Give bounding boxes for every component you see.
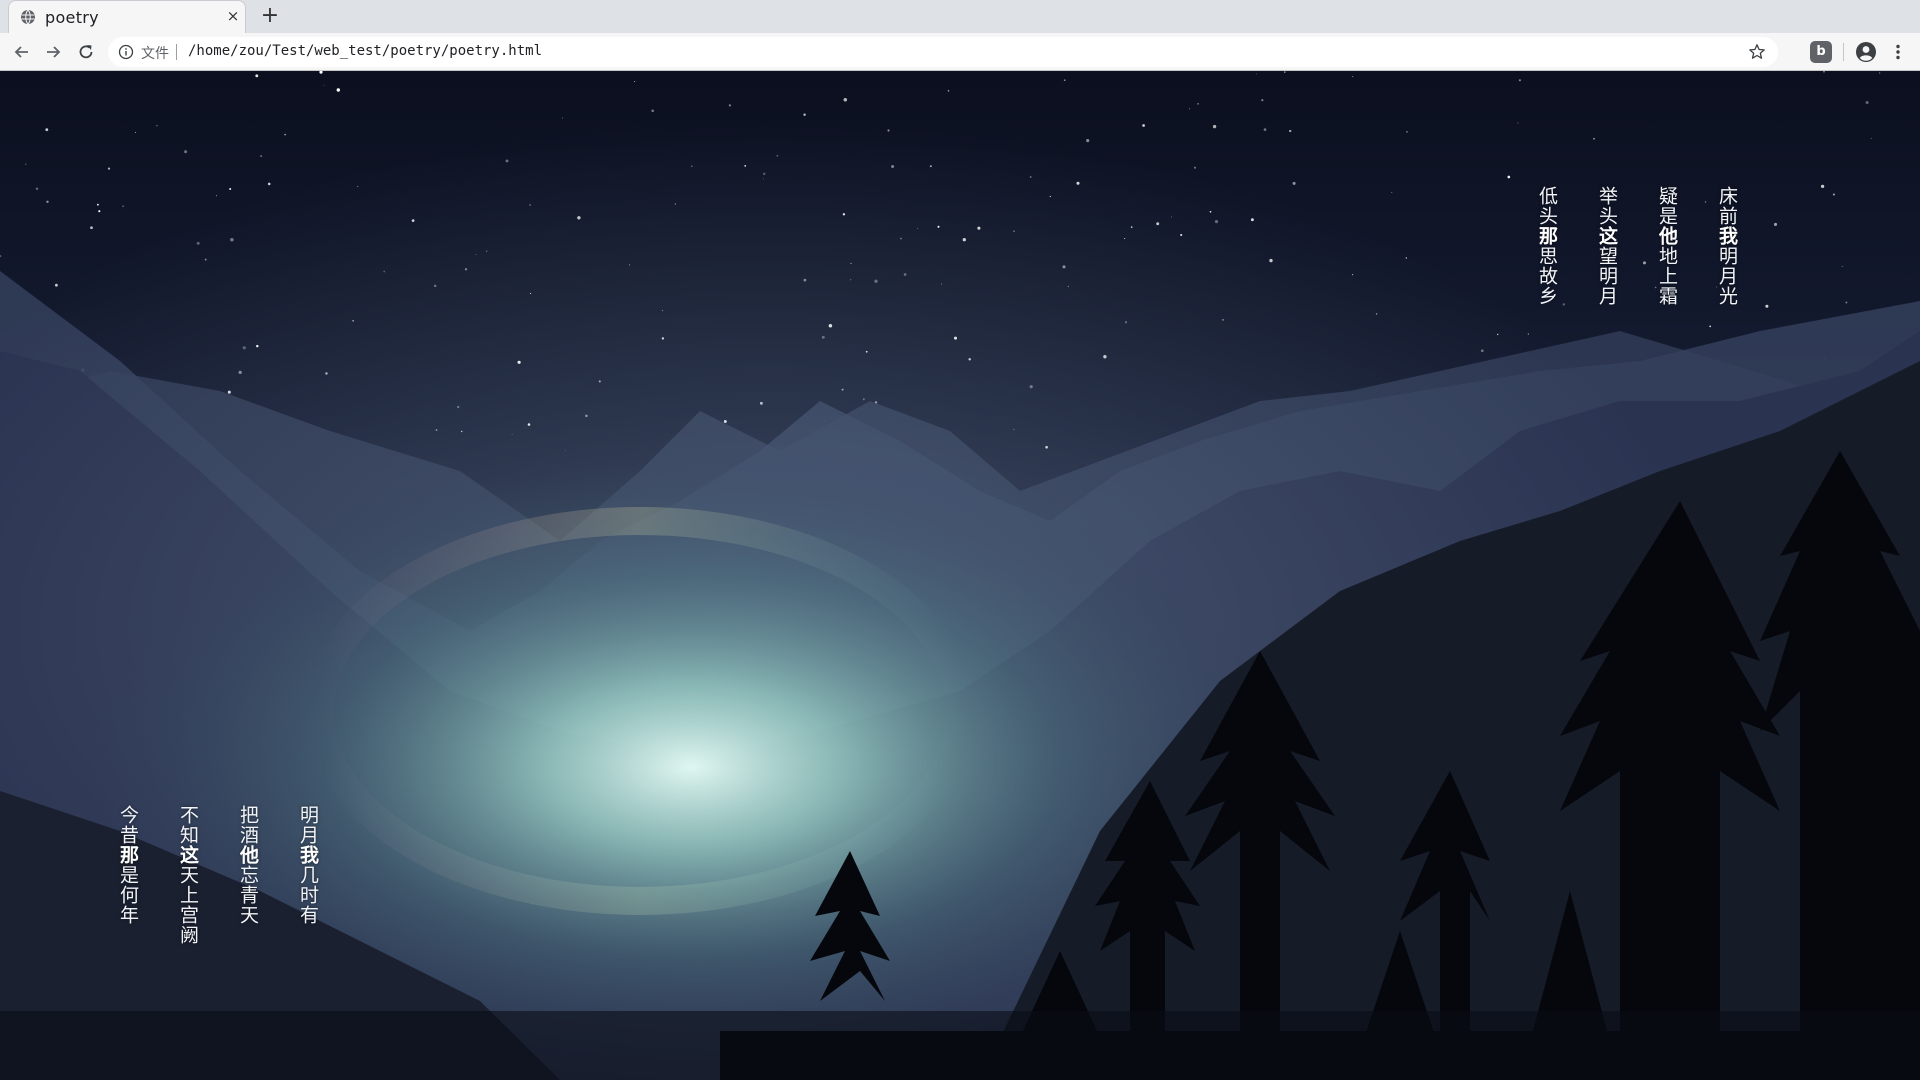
- url-scheme-label: 文件: [141, 46, 169, 62]
- url-separator: [176, 44, 177, 60]
- browser-tab[interactable]: poetry ×: [8, 0, 246, 33]
- poem-bottom-line-3: 不知这天上宫阙: [177, 805, 199, 945]
- tab-title: poetry: [45, 8, 99, 27]
- new-tab-button[interactable]: +: [259, 5, 281, 27]
- url-text[interactable]: /home/zou/Test/web_test/poetry/poetry.ht…: [188, 43, 542, 59]
- poem-bottom-line-4: 今昔那是何年: [117, 805, 139, 925]
- back-button[interactable]: [12, 42, 32, 62]
- extension-b-icon[interactable]: b: [1810, 41, 1832, 63]
- account-circle-icon[interactable]: [1855, 41, 1877, 63]
- poem-bottom-line-1: 明月我几时有: [297, 805, 319, 925]
- forward-button[interactable]: [43, 42, 63, 62]
- info-icon[interactable]: [118, 44, 134, 60]
- browser-toolbar: 文件 /home/zou/Test/web_test/poetry/poetry…: [0, 33, 1920, 71]
- page-viewport: 床前我明月光 疑是他地上霜 举头这望明月 低头那思故乡 明月我几时有 把酒他忘青…: [0, 71, 1920, 1080]
- poem-bottom-line-2: 把酒他忘青天: [237, 805, 259, 925]
- poem-bottom-left: 明月我几时有 把酒他忘青天 不知这天上宫阙 今昔那是何年: [0, 71, 1920, 1080]
- toolbar-divider: [1843, 43, 1844, 61]
- kebab-menu-icon[interactable]: [1888, 42, 1908, 62]
- close-tab-button[interactable]: ×: [225, 8, 241, 24]
- address-bar[interactable]: 文件 /home/zou/Test/web_test/poetry/poetry…: [108, 37, 1778, 67]
- tab-strip: poetry × +: [0, 0, 1920, 33]
- globe-icon: [21, 9, 35, 25]
- reload-button[interactable]: [76, 42, 96, 62]
- star-icon[interactable]: [1748, 43, 1766, 61]
